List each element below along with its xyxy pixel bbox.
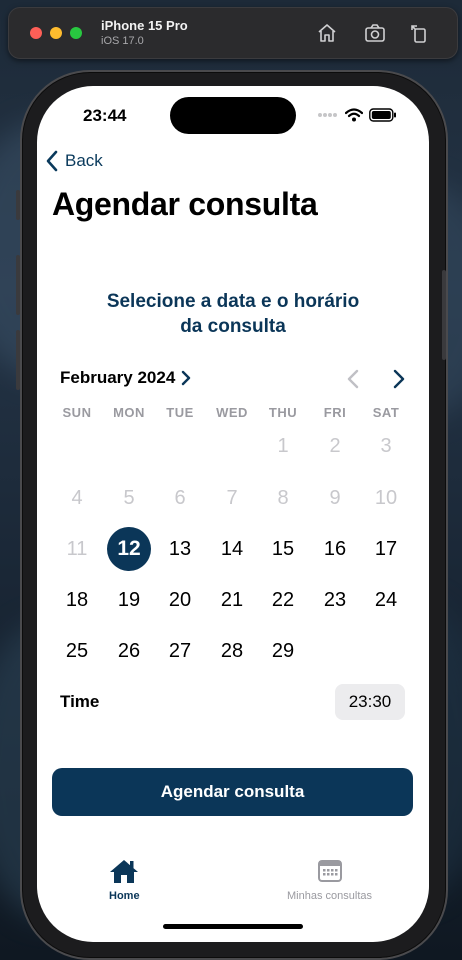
- tab-minhas-consultas-label: Minhas consultas: [287, 890, 372, 902]
- next-month-button[interactable]: [389, 368, 409, 390]
- calendar-day-selected[interactable]: 12: [107, 527, 151, 571]
- weekday-label: TUE: [166, 405, 194, 420]
- house-icon: [110, 860, 139, 883]
- calendar-day: 11: [66, 537, 88, 560]
- back-button[interactable]: Back: [45, 150, 103, 172]
- previous-month-button[interactable]: [343, 368, 363, 390]
- schedule-button[interactable]: Agendar consulta: [52, 768, 413, 816]
- weekday-label: SAT: [372, 405, 400, 420]
- calendar-day[interactable]: 25: [55, 629, 99, 673]
- weekday-label: WED: [216, 405, 248, 420]
- calendar-day[interactable]: 21: [210, 578, 254, 622]
- volume-up-button: [16, 255, 20, 315]
- simulator-toolbar: iPhone 15 Pro iOS 17.0: [8, 7, 458, 59]
- calendar-day[interactable]: 26: [107, 629, 151, 673]
- heading-line-1: Selecione a data e o horário: [106, 291, 360, 312]
- screenshot-icon[interactable]: [363, 21, 387, 45]
- time-picker[interactable]: 23:30: [335, 684, 405, 720]
- close-window-button[interactable]: [30, 27, 42, 39]
- calendar-day[interactable]: 29: [261, 629, 305, 673]
- calendar-day[interactable]: 28: [210, 629, 254, 673]
- action-button: [16, 190, 20, 220]
- power-button: [442, 270, 446, 360]
- weekday-label: THU: [268, 405, 298, 420]
- calendar-day: 3: [380, 434, 392, 457]
- weekday-label: FRI: [323, 405, 347, 420]
- chevron-left-icon: [46, 150, 58, 172]
- calendar-day[interactable]: 18: [55, 578, 99, 622]
- weekday-label: SUN: [62, 405, 92, 420]
- wifi-icon: [345, 108, 363, 122]
- page-title: Agendar consulta: [52, 186, 318, 222]
- calendar-day[interactable]: 13: [158, 527, 202, 571]
- calendar-day: 10: [374, 486, 398, 509]
- tab-home[interactable]: Home: [109, 858, 140, 902]
- tab-minhas-consultas[interactable]: Minhas consultas: [287, 858, 372, 902]
- calendar-day[interactable]: 19: [107, 578, 151, 622]
- home-indicator: [163, 924, 303, 929]
- calendar-day[interactable]: 23: [313, 578, 357, 622]
- battery-icon: [369, 108, 396, 122]
- calendar-day: 6: [174, 486, 186, 509]
- calendar-day[interactable]: 14: [210, 527, 254, 571]
- calendar-day[interactable]: 15: [261, 527, 305, 571]
- phone-screen: 23:44 Back Agendar consulta Selecione a …: [37, 86, 429, 942]
- home-icon[interactable]: [315, 21, 339, 45]
- signal-dots-icon: [318, 113, 337, 117]
- status-icons: [317, 108, 397, 122]
- calendar-day: 9: [329, 486, 341, 509]
- heading-line-2: da consulta: [180, 316, 286, 337]
- back-label: Back: [65, 151, 103, 170]
- dynamic-island: [170, 97, 296, 134]
- os-version: iOS 17.0: [101, 35, 144, 47]
- calendar-day[interactable]: 17: [364, 527, 408, 571]
- calendar-day[interactable]: 22: [261, 578, 305, 622]
- month-label: February 2024: [60, 368, 176, 387]
- calendar-day[interactable]: 20: [158, 578, 202, 622]
- device-name: iPhone 15 Pro: [101, 18, 188, 33]
- calendar-day: 5: [123, 486, 135, 509]
- month-selector[interactable]: February 2024: [60, 368, 191, 388]
- status-time: 23:44: [83, 106, 127, 125]
- calendar-day: 1: [277, 434, 289, 457]
- tab-home-label: Home: [109, 890, 140, 902]
- time-label: Time: [60, 692, 100, 711]
- minimize-window-button[interactable]: [50, 27, 62, 39]
- calendar-day: 7: [226, 486, 238, 509]
- calendar-icon: [317, 860, 342, 882]
- calendar-day[interactable]: 24: [364, 578, 408, 622]
- volume-down-button: [16, 330, 20, 390]
- zoom-window-button[interactable]: [70, 27, 82, 39]
- calendar-day: 2: [329, 434, 341, 457]
- weekday-label: MON: [113, 405, 145, 420]
- rotate-icon[interactable]: [407, 21, 431, 45]
- calendar-day: 4: [71, 486, 83, 509]
- calendar-day[interactable]: 27: [158, 629, 202, 673]
- section-heading: Selecione a data e o horário da consulta: [37, 289, 429, 339]
- calendar-day: 8: [277, 486, 289, 509]
- chevron-right-icon: [182, 370, 191, 386]
- calendar-day[interactable]: 16: [313, 527, 357, 571]
